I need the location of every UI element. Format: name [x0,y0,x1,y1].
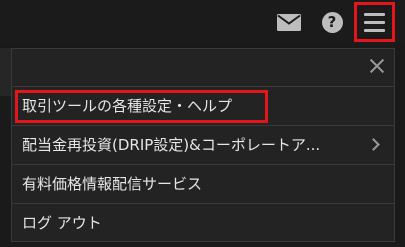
menu-item-label: 配当金再投資(DRIP設定)&コーポレートア... [22,136,321,154]
hamburger-menu-icon[interactable] [354,2,395,42]
menu-item-label: 有料価格情報配信サービス [22,175,203,193]
menu-item-logout[interactable]: ログ アウト [12,203,394,242]
mail-icon[interactable] [271,0,307,44]
mail-envelope-graphic [277,13,301,31]
menu-item-label: 取引ツールの各種設定・ヘルプ [22,97,233,115]
menu-bar [364,20,385,24]
close-icon[interactable] [368,57,386,75]
menu-bar [364,28,385,32]
help-circle: ? [321,11,343,33]
top-toolbar: ? [0,0,405,44]
dropdown-menu-panel: 取引ツールの各種設定・ヘルプ 配当金再投資(DRIP設定)&コーポレートア...… [11,48,395,242]
menu-item-label: ログ アウト [22,214,102,232]
menu-item-dividend-reinvestment[interactable]: 配当金再投資(DRIP設定)&コーポレートア... [12,125,394,164]
chevron-right-icon [367,138,380,151]
menu-bar [364,12,385,16]
menu-item-trading-tool-settings-help[interactable]: 取引ツールの各種設定・ヘルプ [12,86,394,125]
menu-list: 取引ツールの各種設定・ヘルプ 配当金再投資(DRIP設定)&コーポレートア...… [12,86,394,242]
help-icon[interactable]: ? [315,0,349,44]
menu-item-paid-price-info[interactable]: 有料価格情報配信サービス [12,164,394,203]
